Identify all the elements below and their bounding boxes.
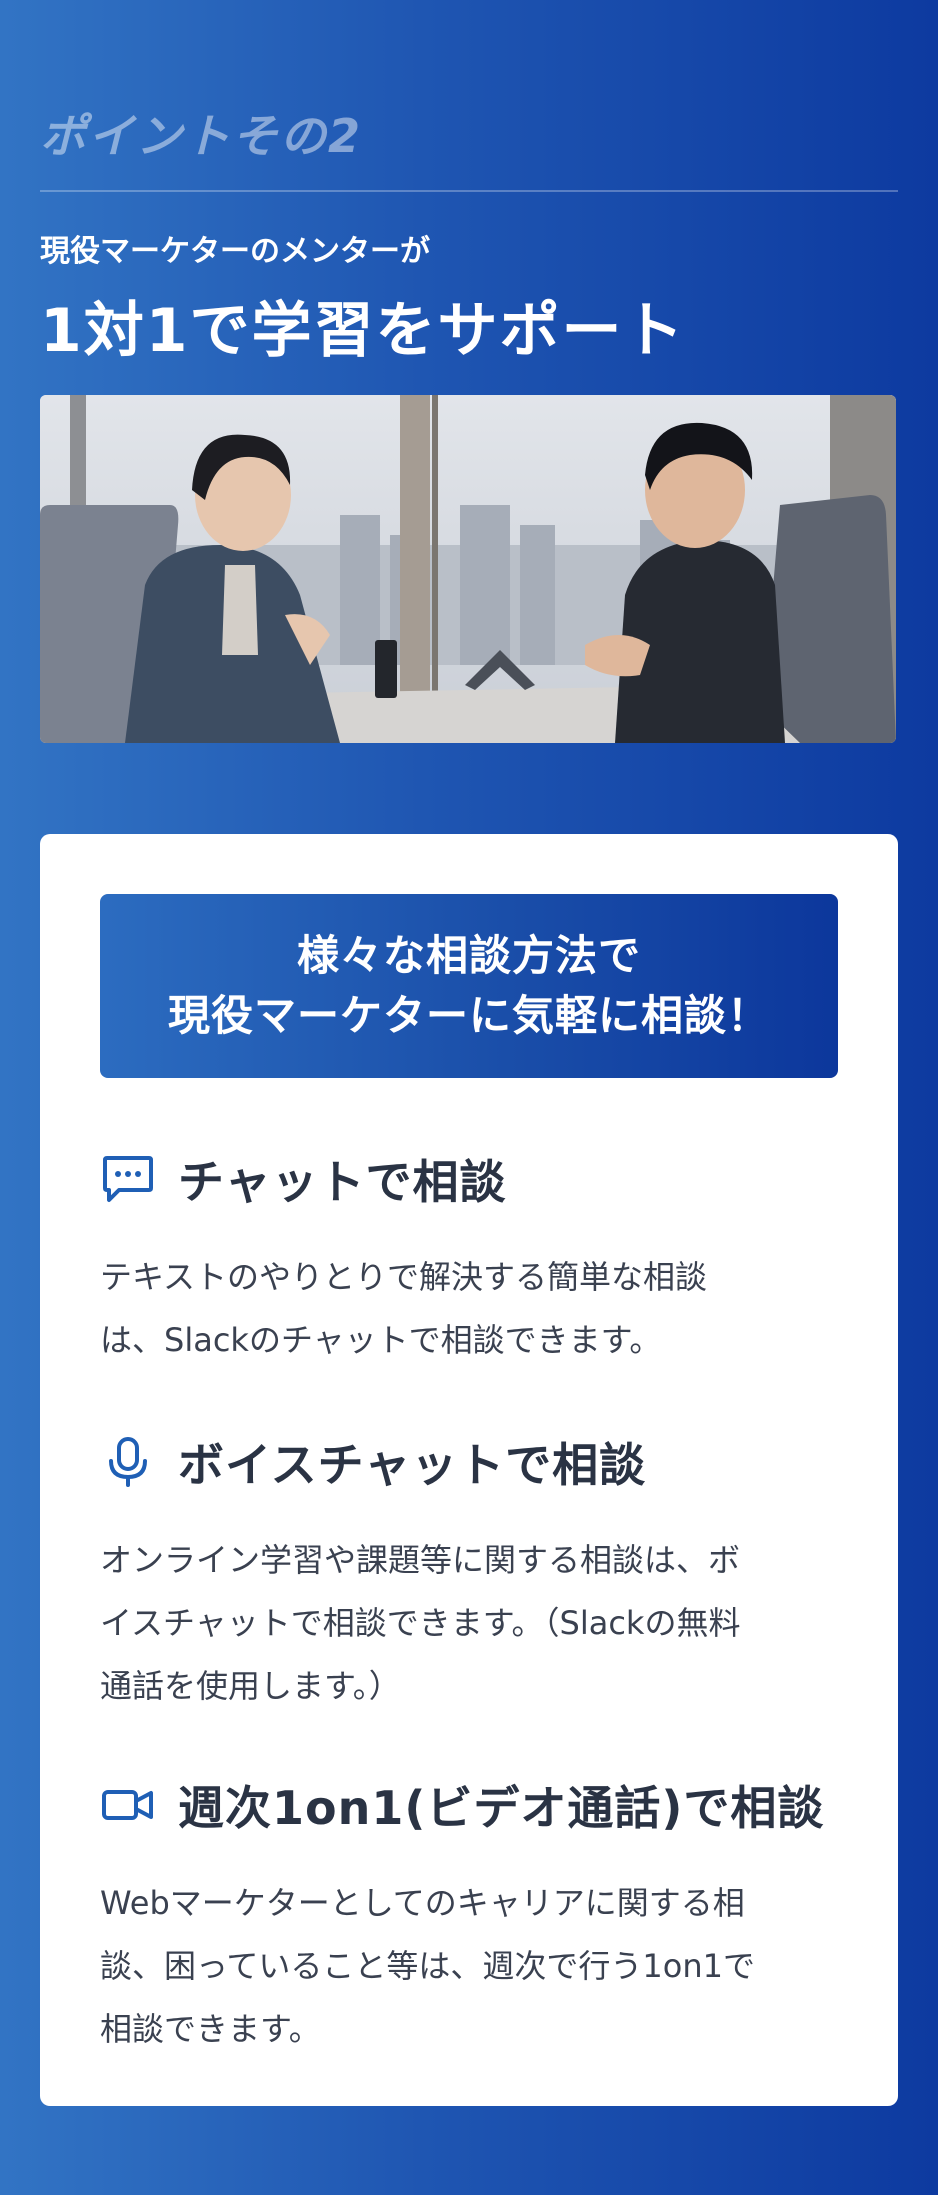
method-voice-chat-desc-line-2: イスチャットで相談できます。（Slackの無料 bbox=[100, 1604, 741, 1642]
mentoring-photo-illustration bbox=[40, 395, 896, 743]
method-voice-chat-desc-line-3: 通話を使用します。） bbox=[100, 1667, 401, 1705]
method-chat-title: チャットで相談 bbox=[178, 1155, 507, 1209]
method-voice-chat-header: ボイスチャットで相談 bbox=[100, 1427, 840, 1497]
method-video-call-desc-line-3: 相談できます。 bbox=[100, 2010, 321, 2048]
point-label: ポイントその2 bbox=[40, 109, 363, 163]
banner-line-2: 現役マーケターに気軽に相談！ bbox=[167, 991, 770, 1040]
method-voice-chat-description: オンライン学習や課題等に関する相談は、ボ イスチャットで相談できます。（Slac… bbox=[100, 1529, 840, 1718]
mentoring-photo bbox=[40, 395, 896, 743]
method-chat-header: チャットで相談 bbox=[100, 1144, 840, 1214]
consultation-banner: 様々な相談方法で 現役マーケターに気軽に相談！ bbox=[100, 894, 838, 1078]
method-video-call-desc-line-1: Webマーケターとしてのキャリアに関する相 bbox=[100, 1884, 745, 1922]
method-chat: チャットで相談 テキストのやりとりで解決する簡単な相談 は、Slackのチャット… bbox=[100, 1144, 840, 1372]
method-voice-chat-desc-line-1: オンライン学習や課題等に関する相談は、ボ bbox=[100, 1541, 741, 1579]
method-voice-chat: ボイスチャットで相談 オンライン学習や課題等に関する相談は、ボ イスチャットで相… bbox=[100, 1427, 840, 1718]
microphone-icon bbox=[100, 1434, 156, 1490]
section-title: 1対1で学習をサポート bbox=[40, 296, 686, 366]
method-chat-desc-line-2: は、Slackのチャットで相談できます。 bbox=[100, 1321, 662, 1359]
method-video-call-title: 週次1on1(ビデオ通話)で相談 bbox=[178, 1781, 825, 1835]
method-chat-desc-line-1: テキストのやりとりで解決する簡単な相談 bbox=[100, 1258, 708, 1296]
method-video-call-header: 週次1on1(ビデオ通話)で相談 bbox=[100, 1770, 840, 1840]
method-video-call-description: Webマーケターとしてのキャリアに関する相 談、困っていること等は、週次で行う1… bbox=[100, 1872, 840, 2061]
method-video-call: 週次1on1(ビデオ通話)で相談 Webマーケターとしてのキャリアに関する相 談… bbox=[100, 1770, 840, 2061]
section-subtitle: 現役マーケターのメンターが bbox=[40, 234, 430, 269]
method-chat-description: テキストのやりとりで解決する簡単な相談 は、Slackのチャットで相談できます。 bbox=[100, 1246, 840, 1372]
video-camera-icon bbox=[100, 1777, 156, 1833]
divider bbox=[40, 190, 898, 192]
method-video-call-desc-line-2: 談、困っていること等は、週次で行う1on1で bbox=[100, 1947, 755, 1985]
chat-bubble-icon bbox=[100, 1151, 156, 1207]
page: ポイントその2 現役マーケターのメンターが 1対1で学習をサポート 様々な相談方… bbox=[0, 0, 938, 2195]
method-voice-chat-title: ボイスチャットで相談 bbox=[178, 1438, 647, 1492]
consultation-card: 様々な相談方法で 現役マーケターに気軽に相談！ チャットで相談 テキストのやりと… bbox=[40, 834, 898, 2106]
banner-line-1: 様々な相談方法で bbox=[296, 931, 641, 980]
